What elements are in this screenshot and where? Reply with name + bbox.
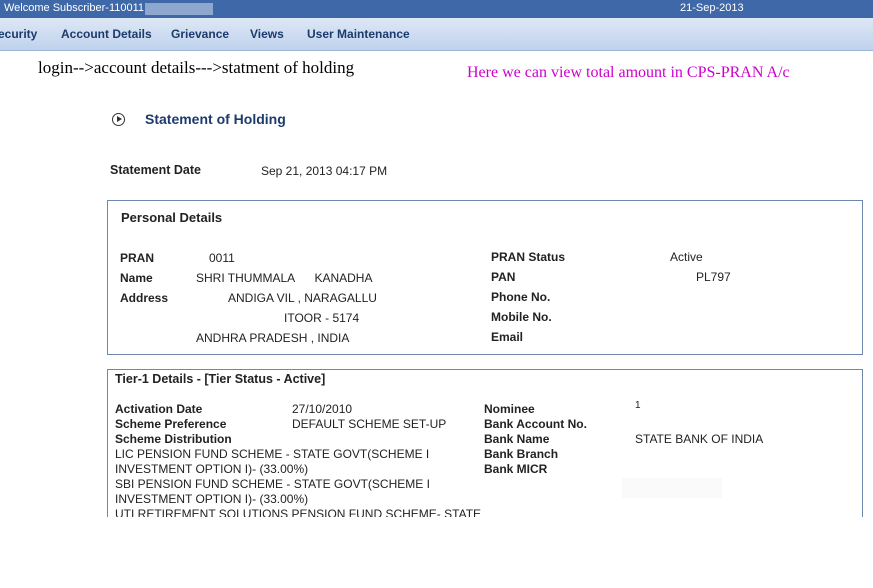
statement-date-value: Sep 21, 2013 04:17 PM bbox=[261, 164, 388, 178]
name-label: Name bbox=[120, 271, 153, 285]
address-line3: ANDHRA PRADESH , INDIA bbox=[196, 331, 350, 345]
menu-security[interactable]: ecurity bbox=[0, 27, 37, 41]
pan-label: PAN bbox=[491, 270, 516, 284]
pan-value: PL797 bbox=[696, 270, 731, 284]
bank-micr-label: Bank MICR bbox=[484, 462, 548, 476]
address-label: Address bbox=[120, 291, 169, 305]
scheme-preference-label: Scheme Preference bbox=[115, 417, 227, 431]
header-date: 21-Sep-2013 bbox=[680, 2, 744, 14]
pran-value: 0011 bbox=[209, 251, 235, 265]
email-label: Email bbox=[491, 330, 524, 344]
personal-details-title: Personal Details bbox=[121, 210, 223, 225]
top-bar: Welcome Subscriber-110011 21-Sep-2013 bbox=[0, 0, 873, 18]
pran-label: PRAN bbox=[120, 251, 155, 265]
page-title: Statement of Holding bbox=[145, 111, 286, 127]
pran-status-label: PRAN Status bbox=[491, 250, 566, 264]
bank-branch-label: Bank Branch bbox=[484, 447, 559, 461]
menu-user-maintenance[interactable]: User Maintenance bbox=[307, 27, 410, 41]
nominee-label: Nominee bbox=[484, 402, 535, 416]
scheme-distribution-line: INVESTMENT OPTION I)- (33.00%) bbox=[115, 462, 309, 476]
scheme-distribution-line: LIC PENSION FUND SCHEME - STATE GOVT(SCH… bbox=[115, 447, 430, 461]
welcome-text: Welcome Subscriber-110011 bbox=[4, 2, 145, 14]
menu-grievance[interactable]: Grievance bbox=[171, 27, 229, 41]
cropped-area bbox=[0, 517, 873, 588]
address-line2: ITOOR - 5174 bbox=[284, 311, 360, 325]
arrow-circle-icon bbox=[112, 113, 125, 126]
bank-name-label: Bank Name bbox=[484, 432, 550, 446]
bank-name-value: STATE BANK OF INDIA bbox=[635, 432, 764, 446]
activation-date-value: 27/10/2010 bbox=[292, 402, 353, 416]
address-line1: ANDIGA VIL , NARAGALLU bbox=[228, 291, 377, 305]
statement-date-label: Statement Date bbox=[110, 163, 201, 177]
navigation-path-annotation: login-->account details--->statment of h… bbox=[38, 58, 355, 77]
redaction-mask bbox=[145, 3, 213, 15]
tier1-title: Tier-1 Details - [Tier Status - Active] bbox=[115, 372, 326, 386]
phone-label: Phone No. bbox=[491, 290, 551, 304]
pran-status-value: Active bbox=[670, 250, 703, 264]
mobile-label: Mobile No. bbox=[491, 310, 552, 324]
note-annotation: Here we can view total amount in CPS-PRA… bbox=[467, 64, 790, 81]
scheme-distribution-line: SBI PENSION FUND SCHEME - STATE GOVT(SCH… bbox=[115, 477, 430, 491]
bank-account-label: Bank Account No. bbox=[484, 417, 587, 431]
name-value: SHRI THUMMALA KANADHA bbox=[196, 271, 373, 285]
menu-account-details[interactable]: Account Details bbox=[61, 27, 152, 41]
scheme-preference-value: DEFAULT SCHEME SET-UP bbox=[292, 417, 447, 431]
menu-bar: ecurity Account Details Grievance Views … bbox=[0, 18, 873, 51]
nominee-value: 1 bbox=[635, 400, 641, 411]
redaction-mask bbox=[622, 478, 722, 498]
scheme-distribution-line: INVESTMENT OPTION I)- (33.00%) bbox=[115, 492, 309, 506]
scheme-distribution-label: Scheme Distribution bbox=[115, 432, 232, 446]
redaction-mask bbox=[390, 314, 432, 332]
activation-date-label: Activation Date bbox=[115, 402, 203, 416]
menu-views[interactable]: Views bbox=[250, 27, 284, 41]
